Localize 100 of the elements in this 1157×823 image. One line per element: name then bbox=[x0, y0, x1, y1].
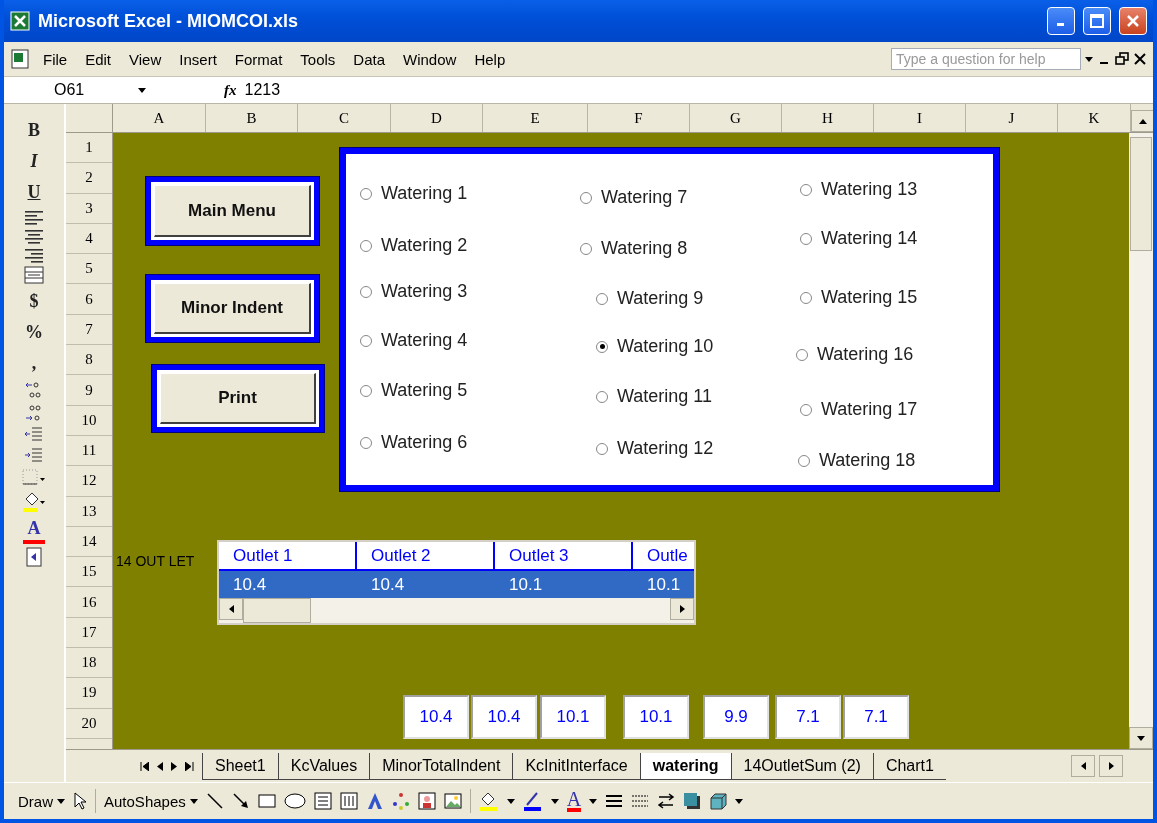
vertical-scrollbar[interactable] bbox=[1129, 133, 1153, 749]
row-header[interactable]: 15 bbox=[66, 557, 112, 588]
row-header[interactable]: 20 bbox=[66, 708, 112, 739]
left-arrow-icon[interactable] bbox=[228, 605, 234, 613]
menu-item[interactable]: Edit bbox=[78, 48, 119, 70]
comma-style-button[interactable]: , bbox=[23, 349, 45, 377]
caret-icon[interactable] bbox=[735, 798, 744, 804]
scroll-thumb[interactable] bbox=[1130, 137, 1152, 251]
caret-icon[interactable] bbox=[1085, 56, 1093, 62]
radio-option[interactable]: Watering 14 bbox=[800, 228, 918, 249]
shadow-style-icon[interactable] bbox=[683, 792, 702, 810]
close-icon[interactable] bbox=[1133, 52, 1147, 66]
menu-item[interactable]: View bbox=[122, 48, 169, 70]
row-header[interactable]: 2 bbox=[66, 163, 112, 194]
radio-option[interactable]: Watering 12 bbox=[596, 438, 714, 459]
draw-menu-button[interactable]: Draw bbox=[18, 792, 65, 810]
outlet-list-box[interactable]: Outlet 1 Outlet 2 Outlet 3 Outle 10.4 10.4 10.1 10.1 bbox=[217, 540, 696, 625]
radio-option[interactable]: Watering 18 bbox=[798, 450, 916, 471]
caret-icon[interactable] bbox=[138, 87, 146, 93]
value-text-box[interactable]: 7.1 bbox=[843, 695, 909, 739]
radio-option[interactable]: Watering 13 bbox=[800, 179, 918, 200]
radio-option[interactable]: Watering 9 bbox=[596, 288, 704, 309]
menu-item[interactable]: Data bbox=[346, 48, 393, 70]
macro-button[interactable]: Minor Indent bbox=[154, 283, 311, 334]
rectangle-icon[interactable] bbox=[257, 792, 276, 810]
underline-button[interactable]: U bbox=[23, 178, 45, 206]
align-center-icon[interactable] bbox=[24, 228, 44, 244]
row-header[interactable]: 4 bbox=[66, 223, 112, 255]
caret-icon[interactable] bbox=[57, 798, 65, 804]
row-header[interactable]: 8 bbox=[66, 345, 112, 376]
down-arrow-icon[interactable] bbox=[1137, 735, 1145, 741]
radio-option[interactable]: Watering 16 bbox=[796, 344, 914, 365]
first-sheet-icon[interactable] bbox=[140, 761, 149, 771]
name-box[interactable]: O61 bbox=[4, 81, 154, 99]
radio-option[interactable]: Watering 5 bbox=[360, 380, 468, 401]
maximize-button[interactable] bbox=[1083, 7, 1111, 35]
radio-option[interactable]: Watering 10 bbox=[596, 336, 714, 357]
help-search-field[interactable]: Type a question for help bbox=[891, 48, 1081, 70]
column-header[interactable]: F bbox=[588, 104, 690, 132]
radio-option[interactable]: Watering 3 bbox=[360, 281, 468, 302]
value-text-box[interactable]: 10.1 bbox=[540, 695, 606, 739]
radio-option[interactable]: Watering 8 bbox=[580, 238, 688, 259]
value-text-box[interactable]: 7.1 bbox=[775, 695, 841, 739]
value-text-box[interactable]: 9.9 bbox=[703, 695, 769, 739]
menu-item[interactable]: File bbox=[36, 48, 75, 70]
column-header[interactable]: I bbox=[874, 104, 966, 132]
arrow-style-icon[interactable] bbox=[657, 792, 676, 810]
up-arrow-icon[interactable] bbox=[1139, 118, 1147, 124]
clip-art-icon[interactable] bbox=[417, 792, 436, 810]
line-style-icon[interactable] bbox=[605, 792, 624, 810]
scroll-thumb[interactable] bbox=[243, 598, 311, 623]
borders-icon[interactable] bbox=[22, 468, 46, 488]
text-box-icon[interactable] bbox=[313, 792, 332, 810]
row-header[interactable]: 18 bbox=[66, 648, 112, 679]
font-color-button[interactable]: A bbox=[566, 790, 582, 812]
radio-option[interactable]: Watering 15 bbox=[800, 287, 918, 308]
value-text-box[interactable]: 10.4 bbox=[471, 695, 537, 739]
menu-item[interactable]: Tools bbox=[293, 48, 343, 70]
caret-icon[interactable] bbox=[506, 798, 515, 804]
row-header[interactable]: 1 bbox=[66, 133, 112, 164]
diagram-icon[interactable] bbox=[391, 792, 410, 810]
scroll-left-button[interactable] bbox=[1071, 755, 1095, 777]
decrease-indent-icon[interactable] bbox=[24, 426, 44, 444]
bold-button[interactable]: B bbox=[23, 116, 45, 144]
sheet-tab[interactable]: 14OutletSum (2) bbox=[730, 752, 873, 780]
last-sheet-icon[interactable] bbox=[185, 761, 194, 771]
italic-button[interactable]: I bbox=[23, 147, 45, 175]
radio-option[interactable]: Watering 4 bbox=[360, 330, 468, 351]
sheet-tab[interactable]: KcInitInterface bbox=[512, 752, 640, 780]
column-header[interactable]: E bbox=[483, 104, 588, 132]
sheet-icon[interactable] bbox=[25, 547, 43, 567]
line-color-icon[interactable] bbox=[522, 791, 543, 811]
column-header[interactable]: J bbox=[966, 104, 1058, 132]
horizontal-scrollbar[interactable] bbox=[219, 598, 694, 623]
right-arrow-icon[interactable] bbox=[1108, 762, 1114, 770]
right-arrow-icon[interactable] bbox=[679, 605, 685, 613]
sheet-tab[interactable]: KcValues bbox=[277, 752, 370, 780]
sheet-tab[interactable]: watering bbox=[639, 752, 731, 780]
row-header[interactable]: 13 bbox=[66, 496, 112, 527]
merge-center-icon[interactable] bbox=[24, 266, 44, 284]
align-right-icon[interactable] bbox=[24, 247, 44, 263]
row-header[interactable]: 12 bbox=[66, 466, 112, 497]
fill-color-icon[interactable] bbox=[478, 791, 499, 811]
left-arrow-icon[interactable] bbox=[1080, 762, 1086, 770]
dash-style-icon[interactable] bbox=[631, 792, 650, 810]
row-header[interactable]: 11 bbox=[66, 435, 112, 467]
column-header[interactable]: D bbox=[391, 104, 483, 132]
wordart-icon[interactable] bbox=[365, 792, 384, 810]
row-header[interactable]: 19 bbox=[66, 678, 112, 709]
radio-option[interactable]: Watering 1 bbox=[360, 183, 468, 204]
align-left-icon[interactable] bbox=[24, 209, 44, 225]
macro-button[interactable]: Main Menu bbox=[154, 185, 311, 237]
menu-item[interactable]: Help bbox=[467, 48, 513, 70]
row-header[interactable]: 16 bbox=[66, 587, 112, 618]
sheet-tab[interactable]: Chart1 bbox=[872, 752, 946, 780]
vertical-text-box-icon[interactable] bbox=[339, 792, 358, 810]
workbook-icon[interactable] bbox=[10, 49, 32, 69]
row-header[interactable]: 7 bbox=[66, 314, 112, 346]
scroll-up-button[interactable] bbox=[1131, 110, 1153, 132]
value-text-box[interactable]: 10.1 bbox=[623, 695, 689, 739]
